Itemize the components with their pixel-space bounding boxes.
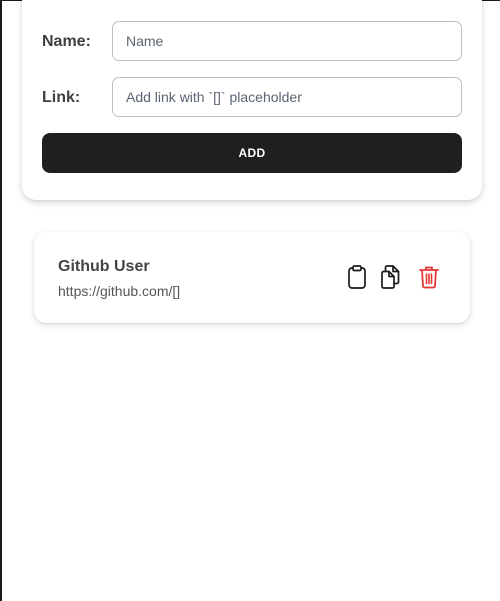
link-input[interactable] bbox=[112, 77, 462, 117]
add-link-form: Name: Link: ADD bbox=[22, 0, 482, 200]
trash-icon bbox=[418, 265, 440, 289]
add-button[interactable]: ADD bbox=[42, 133, 462, 173]
name-label: Name: bbox=[42, 33, 91, 50]
window-edge-left bbox=[0, 0, 2, 601]
name-input[interactable] bbox=[112, 21, 462, 61]
link-item-url: https://github.com/[] bbox=[58, 283, 181, 299]
delete-button[interactable] bbox=[418, 265, 440, 289]
link-label: Link: bbox=[42, 89, 81, 106]
copy-icon bbox=[379, 265, 401, 289]
copy-button[interactable] bbox=[379, 265, 401, 289]
link-list-item: Github User https://github.com/[] bbox=[34, 232, 470, 323]
clipboard-icon bbox=[346, 265, 368, 289]
link-item-name: Github User bbox=[58, 258, 150, 275]
paste-button[interactable] bbox=[346, 265, 368, 289]
